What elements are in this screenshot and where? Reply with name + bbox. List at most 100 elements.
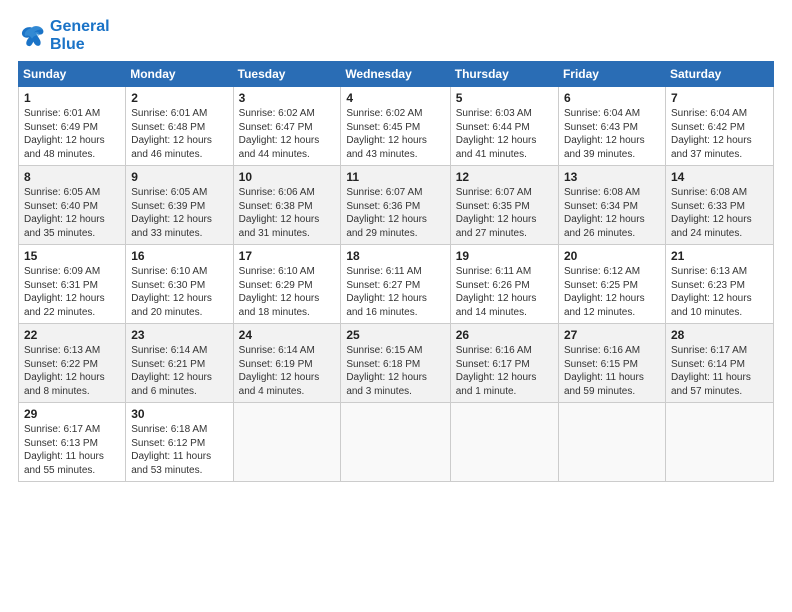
logo-text: General Blue xyxy=(50,18,110,53)
day-cell-28: 28 Sunrise: 6:17 AMSunset: 6:14 PMDayligh… xyxy=(665,324,773,403)
header: General Blue xyxy=(18,18,774,53)
week-row-4: 22 Sunrise: 6:13 AMSunset: 6:22 PMDayligh… xyxy=(19,324,774,403)
day-cell-3: 3 Sunrise: 6:02 AMSunset: 6:47 PMDaylight… xyxy=(233,87,341,166)
day-cell-25: 25 Sunrise: 6:15 AMSunset: 6:18 PMDayligh… xyxy=(341,324,450,403)
day-info: Sunrise: 6:15 AMSunset: 6:18 PMDaylight:… xyxy=(346,344,444,398)
day-cell-19: 19 Sunrise: 6:11 AMSunset: 6:26 PMDayligh… xyxy=(450,245,558,324)
day-info: Sunrise: 6:17 AMSunset: 6:14 PMDaylight:… xyxy=(671,344,768,398)
day-cell-13: 13Sunrise: 6:08 AMSunset: 6:34 PMDayligh… xyxy=(558,166,665,245)
day-number: 16 xyxy=(131,249,227,263)
weekday-friday: Friday xyxy=(558,62,665,87)
weekday-saturday: Saturday xyxy=(665,62,773,87)
empty-cell xyxy=(665,403,773,482)
day-info: Sunrise: 6:13 AMSunset: 6:22 PMDaylight:… xyxy=(24,344,120,398)
day-number: 22 xyxy=(24,328,120,342)
logo: General Blue xyxy=(18,18,110,53)
day-info: Sunrise: 6:09 AMSunset: 6:31 PMDaylight:… xyxy=(24,265,120,319)
empty-cell xyxy=(341,403,450,482)
day-info: Sunrise: 6:18 AMSunset: 6:12 PMDaylight:… xyxy=(131,423,227,477)
day-info: Sunrise: 6:01 AMSunset: 6:48 PMDaylight:… xyxy=(131,107,227,161)
day-number: 8 xyxy=(24,170,120,184)
day-info: Sunrise: 6:14 AMSunset: 6:21 PMDaylight:… xyxy=(131,344,227,398)
day-info: Sunrise: 6:02 AMSunset: 6:45 PMDaylight:… xyxy=(346,107,444,161)
day-cell-1: 1 Sunrise: 6:01 AMSunset: 6:49 PMDaylight… xyxy=(19,87,126,166)
weekday-wednesday: Wednesday xyxy=(341,62,450,87)
day-info: Sunrise: 6:12 AMSunset: 6:25 PMDaylight:… xyxy=(564,265,660,319)
logo-icon xyxy=(18,22,46,50)
day-info: Sunrise: 6:17 AMSunset: 6:13 PMDaylight:… xyxy=(24,423,120,477)
day-number: 19 xyxy=(456,249,553,263)
weekday-sunday: Sunday xyxy=(19,62,126,87)
day-info: Sunrise: 6:04 AMSunset: 6:43 PMDaylight:… xyxy=(564,107,660,161)
day-cell-26: 26 Sunrise: 6:16 AMSunset: 6:17 PMDayligh… xyxy=(450,324,558,403)
day-cell-7: 7 Sunrise: 6:04 AMSunset: 6:42 PMDaylight… xyxy=(665,87,773,166)
day-cell-15: 15 Sunrise: 6:09 AMSunset: 6:31 PMDayligh… xyxy=(19,245,126,324)
day-info: Sunrise: 6:10 AMSunset: 6:30 PMDaylight:… xyxy=(131,265,227,319)
week-row-3: 15 Sunrise: 6:09 AMSunset: 6:31 PMDayligh… xyxy=(19,245,774,324)
day-info: Sunrise: 6:06 AMSunset: 6:38 PMDaylight:… xyxy=(239,186,336,240)
page: General Blue SundayMondayTuesdayWednesda… xyxy=(0,0,792,612)
day-cell-10: 10 Sunrise: 6:06 AMSunset: 6:38 PMDayligh… xyxy=(233,166,341,245)
week-row-5: 29 Sunrise: 6:17 AMSunset: 6:13 PMDayligh… xyxy=(19,403,774,482)
day-number: 6 xyxy=(564,91,660,105)
day-info: Sunrise: 6:16 AMSunset: 6:17 PMDaylight:… xyxy=(456,344,553,398)
day-cell-29: 29 Sunrise: 6:17 AMSunset: 6:13 PMDayligh… xyxy=(19,403,126,482)
day-number: 15 xyxy=(24,249,120,263)
weekday-header-row: SundayMondayTuesdayWednesdayThursdayFrid… xyxy=(19,62,774,87)
day-info: Sunrise: 6:05 AMSunset: 6:39 PMDaylight:… xyxy=(131,186,227,240)
day-info: Sunrise: 6:07 AMSunset: 6:36 PMDaylight:… xyxy=(346,186,444,240)
day-info: Sunrise: 6:10 AMSunset: 6:29 PMDaylight:… xyxy=(239,265,336,319)
day-number: 7 xyxy=(671,91,768,105)
empty-cell xyxy=(233,403,341,482)
day-cell-12: 12Sunrise: 6:07 AMSunset: 6:35 PMDayligh… xyxy=(450,166,558,245)
day-info: Sunrise: 6:05 AMSunset: 6:40 PMDaylight:… xyxy=(24,186,120,240)
day-number: 30 xyxy=(131,407,227,421)
day-number: 4 xyxy=(346,91,444,105)
day-number: 17 xyxy=(239,249,336,263)
day-number: 26 xyxy=(456,328,553,342)
day-cell-17: 17 Sunrise: 6:10 AMSunset: 6:29 PMDayligh… xyxy=(233,245,341,324)
week-row-2: 8 Sunrise: 6:05 AMSunset: 6:40 PMDaylight… xyxy=(19,166,774,245)
day-number: 10 xyxy=(239,170,336,184)
day-number: 9 xyxy=(131,170,227,184)
day-info: Sunrise: 6:04 AMSunset: 6:42 PMDaylight:… xyxy=(671,107,768,161)
day-info: Sunrise: 6:11 AMSunset: 6:26 PMDaylight:… xyxy=(456,265,553,319)
day-number: 12 xyxy=(456,170,553,184)
day-cell-2: 2Sunrise: 6:01 AMSunset: 6:48 PMDaylight… xyxy=(126,87,233,166)
day-number: 14 xyxy=(671,170,768,184)
day-cell-11: 11Sunrise: 6:07 AMSunset: 6:36 PMDayligh… xyxy=(341,166,450,245)
day-cell-30: 30 Sunrise: 6:18 AMSunset: 6:12 PMDayligh… xyxy=(126,403,233,482)
day-info: Sunrise: 6:01 AMSunset: 6:49 PMDaylight:… xyxy=(24,107,120,161)
week-row-1: 1 Sunrise: 6:01 AMSunset: 6:49 PMDaylight… xyxy=(19,87,774,166)
day-cell-23: 23Sunrise: 6:14 AMSunset: 6:21 PMDayligh… xyxy=(126,324,233,403)
day-info: Sunrise: 6:11 AMSunset: 6:27 PMDaylight:… xyxy=(346,265,444,319)
day-cell-22: 22 Sunrise: 6:13 AMSunset: 6:22 PMDayligh… xyxy=(19,324,126,403)
day-number: 29 xyxy=(24,407,120,421)
day-info: Sunrise: 6:13 AMSunset: 6:23 PMDaylight:… xyxy=(671,265,768,319)
day-number: 28 xyxy=(671,328,768,342)
calendar-table: SundayMondayTuesdayWednesdayThursdayFrid… xyxy=(18,61,774,482)
day-info: Sunrise: 6:08 AMSunset: 6:33 PMDaylight:… xyxy=(671,186,768,240)
day-cell-9: 9 Sunrise: 6:05 AMSunset: 6:39 PMDaylight… xyxy=(126,166,233,245)
weekday-tuesday: Tuesday xyxy=(233,62,341,87)
day-cell-14: 14 Sunrise: 6:08 AMSunset: 6:33 PMDayligh… xyxy=(665,166,773,245)
day-number: 3 xyxy=(239,91,336,105)
day-info: Sunrise: 6:08 AMSunset: 6:34 PMDaylight:… xyxy=(564,186,660,240)
day-number: 25 xyxy=(346,328,444,342)
day-number: 5 xyxy=(456,91,553,105)
day-number: 1 xyxy=(24,91,120,105)
day-number: 27 xyxy=(564,328,660,342)
empty-cell xyxy=(450,403,558,482)
day-info: Sunrise: 6:16 AMSunset: 6:15 PMDaylight:… xyxy=(564,344,660,398)
day-number: 18 xyxy=(346,249,444,263)
day-cell-27: 27 Sunrise: 6:16 AMSunset: 6:15 PMDayligh… xyxy=(558,324,665,403)
weekday-thursday: Thursday xyxy=(450,62,558,87)
day-info: Sunrise: 6:14 AMSunset: 6:19 PMDaylight:… xyxy=(239,344,336,398)
day-info: Sunrise: 6:03 AMSunset: 6:44 PMDaylight:… xyxy=(456,107,553,161)
day-cell-16: 16 Sunrise: 6:10 AMSunset: 6:30 PMDayligh… xyxy=(126,245,233,324)
day-info: Sunrise: 6:02 AMSunset: 6:47 PMDaylight:… xyxy=(239,107,336,161)
day-number: 21 xyxy=(671,249,768,263)
day-cell-24: 24Sunrise: 6:14 AMSunset: 6:19 PMDayligh… xyxy=(233,324,341,403)
day-cell-21: 21 Sunrise: 6:13 AMSunset: 6:23 PMDayligh… xyxy=(665,245,773,324)
day-cell-8: 8 Sunrise: 6:05 AMSunset: 6:40 PMDaylight… xyxy=(19,166,126,245)
